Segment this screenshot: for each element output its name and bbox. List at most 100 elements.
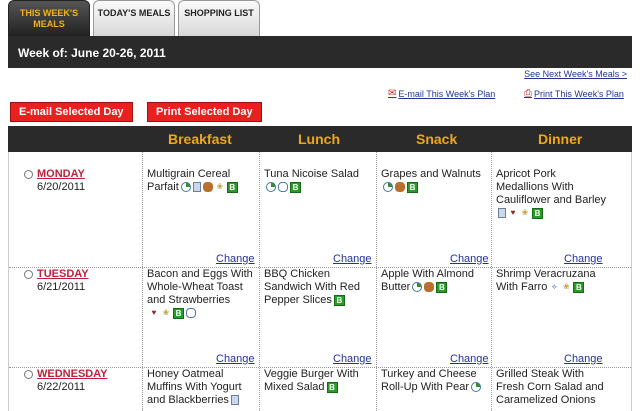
grain-icon: ❀ <box>162 307 170 317</box>
heart-icon: ♥ <box>151 307 157 317</box>
print-plan-link[interactable]: ⎙ Print This Week's Plan <box>524 88 624 99</box>
clock-icon <box>383 181 393 192</box>
b-badge-icon: B <box>407 181 418 193</box>
email-plan-label: E-mail This Week's Plan <box>398 88 496 99</box>
change-meal-link[interactable]: Change <box>216 353 255 365</box>
change-meal-link[interactable]: Change <box>564 253 603 265</box>
meal-icons <box>230 395 239 406</box>
meal-icons: B <box>383 181 418 193</box>
print-selected-day-button[interactable]: Print Selected Day <box>147 102 262 122</box>
meal-name: Honey Oatmeal Muffins With Yogurt and Bl… <box>147 368 242 406</box>
heart-icon: ♥ <box>510 207 516 217</box>
b-badge-icon: B <box>226 181 238 193</box>
meal-breakfast[interactable]: Bacon and Eggs With Whole-Wheat Toast an… <box>147 268 259 320</box>
change-meal-link[interactable]: Change <box>333 353 372 365</box>
tab-label: THIS WEEK'S <box>19 8 79 18</box>
meal-name: Bacon and Eggs With Whole-Wheat Toast an… <box>147 268 253 306</box>
meal-name: BBQ Chicken Sandwich With Red Pepper Sli… <box>264 268 360 306</box>
meal-icons: B <box>333 294 345 306</box>
column-lunch: Lunch <box>298 131 340 147</box>
day-name-link[interactable]: TUESDAY <box>37 268 89 280</box>
meal-dinner[interactable]: Grilled Steak With Fresh Corn Salad and … <box>496 368 608 407</box>
tab-label: MEALS <box>33 19 65 29</box>
envelope-icon: ✉ <box>388 88 397 99</box>
column-dinner: Dinner <box>538 131 583 147</box>
day-select-radio[interactable] <box>24 170 33 179</box>
meal-icons: ⟡ ❀ B <box>549 281 585 293</box>
meal-lunch[interactable]: Veggie Burger With Mixed Salad B <box>264 368 376 394</box>
b-badge-icon: B <box>573 281 585 293</box>
nut-icon <box>202 181 213 192</box>
meal-icons: B <box>266 181 301 193</box>
fish-icon: ⟡ <box>551 281 557 291</box>
column-breakfast: Breakfast <box>168 131 232 147</box>
meal-icons: ♥ ❀ B <box>149 307 196 319</box>
cup-icon <box>498 207 506 218</box>
change-meal-link[interactable]: Change <box>333 253 372 265</box>
nut-icon <box>424 281 435 292</box>
meal-name: Tuna Nicoise Salad <box>264 168 359 180</box>
bowl-icon <box>278 181 288 192</box>
tab-bar: THIS WEEK'S MEALS TODAY'S MEALS SHOPPING… <box>8 0 260 36</box>
cup-icon <box>192 181 201 192</box>
grain-icon: ❀ <box>562 281 570 291</box>
meal-dinner[interactable]: Shrimp Veracruzana With Farro ⟡ ❀ B <box>496 268 608 294</box>
day-date: 6/21/2011 <box>37 281 86 293</box>
meal-name: Apricot Pork Medallions With Cauliflower… <box>496 168 607 206</box>
meal-lunch[interactable]: BBQ Chicken Sandwich With Red Pepper Sli… <box>264 268 376 307</box>
grid-divider <box>142 152 143 411</box>
meal-snack[interactable]: Turkey and Cheese Roll-Up With Pear <box>381 368 493 394</box>
meal-name: Veggie Burger With Mixed Salad <box>264 368 359 393</box>
change-meal-link[interactable]: Change <box>450 253 489 265</box>
grid-divider <box>376 152 377 411</box>
meal-snack[interactable]: Grapes and Walnuts B <box>381 168 493 194</box>
day-select-radio[interactable] <box>24 270 33 279</box>
tab-label: TODAY'S MEALS <box>97 8 171 18</box>
b-badge-icon: B <box>532 207 543 219</box>
meal-name: Grilled Steak With Fresh Corn Salad and … <box>496 368 604 406</box>
column-snack: Snack <box>416 131 458 147</box>
meal-name: Grapes and Walnuts <box>381 168 481 180</box>
meal-icons: ❀ B <box>180 181 238 193</box>
b-badge-icon: B <box>326 381 338 393</box>
meal-icons: B <box>326 381 338 393</box>
printer-icon: ⎙ <box>524 88 532 99</box>
tab-shopping-list[interactable]: SHOPPING LIST <box>178 0 260 36</box>
change-meal-link[interactable]: Change <box>216 253 255 265</box>
day-name-link[interactable]: WEDNESDAY <box>37 368 108 380</box>
bowl-icon <box>186 307 196 318</box>
change-meal-link[interactable]: Change <box>564 353 603 365</box>
email-plan-link[interactable]: ✉ E-mail This Week's Plan <box>388 88 495 99</box>
b-badge-icon: B <box>333 294 345 306</box>
change-meal-link[interactable]: Change <box>450 353 489 365</box>
clock-icon <box>412 281 423 292</box>
day-name-link[interactable]: MONDAY <box>37 168 85 180</box>
cup-icon <box>230 395 239 406</box>
next-week-link[interactable]: See Next Week's Meals > <box>524 69 627 79</box>
meal-name: Turkey and Cheese Roll-Up With Pear <box>381 368 477 393</box>
clock-icon <box>180 181 191 192</box>
clock-icon <box>266 181 276 192</box>
meal-icons <box>471 382 482 393</box>
tab-todays-meals[interactable]: TODAY'S MEALS <box>93 0 175 36</box>
b-badge-icon: B <box>436 281 448 293</box>
column-header-bar: Breakfast Lunch Snack Dinner <box>8 126 632 152</box>
meal-snack[interactable]: Apple With Almond Butter B <box>381 268 493 294</box>
meal-dinner[interactable]: Apricot Pork Medallions With Cauliflower… <box>496 168 608 220</box>
meal-icons: ♥ ❀ B <box>498 207 543 219</box>
meal-breakfast[interactable]: Multigrain Cereal Parfait ❀ B <box>147 168 259 194</box>
day-date: 6/22/2011 <box>37 381 86 393</box>
meal-breakfast[interactable]: Honey Oatmeal Muffins With Yogurt and Bl… <box>147 368 259 407</box>
grid-divider <box>259 152 260 411</box>
tab-this-weeks-meals[interactable]: THIS WEEK'S MEALS <box>8 0 90 36</box>
clock-icon <box>471 382 482 393</box>
email-selected-day-button[interactable]: E-mail Selected Day <box>10 102 133 122</box>
b-badge-icon: B <box>290 181 301 193</box>
tab-label: SHOPPING LIST <box>184 8 254 18</box>
meal-lunch[interactable]: Tuna Nicoise Salad B <box>264 168 376 194</box>
week-label: Week of: June 20-26, 2011 <box>18 46 166 60</box>
meal-icons: B <box>412 281 448 293</box>
b-badge-icon: B <box>173 307 184 319</box>
day-select-radio[interactable] <box>24 370 33 379</box>
nut-icon <box>395 181 405 192</box>
